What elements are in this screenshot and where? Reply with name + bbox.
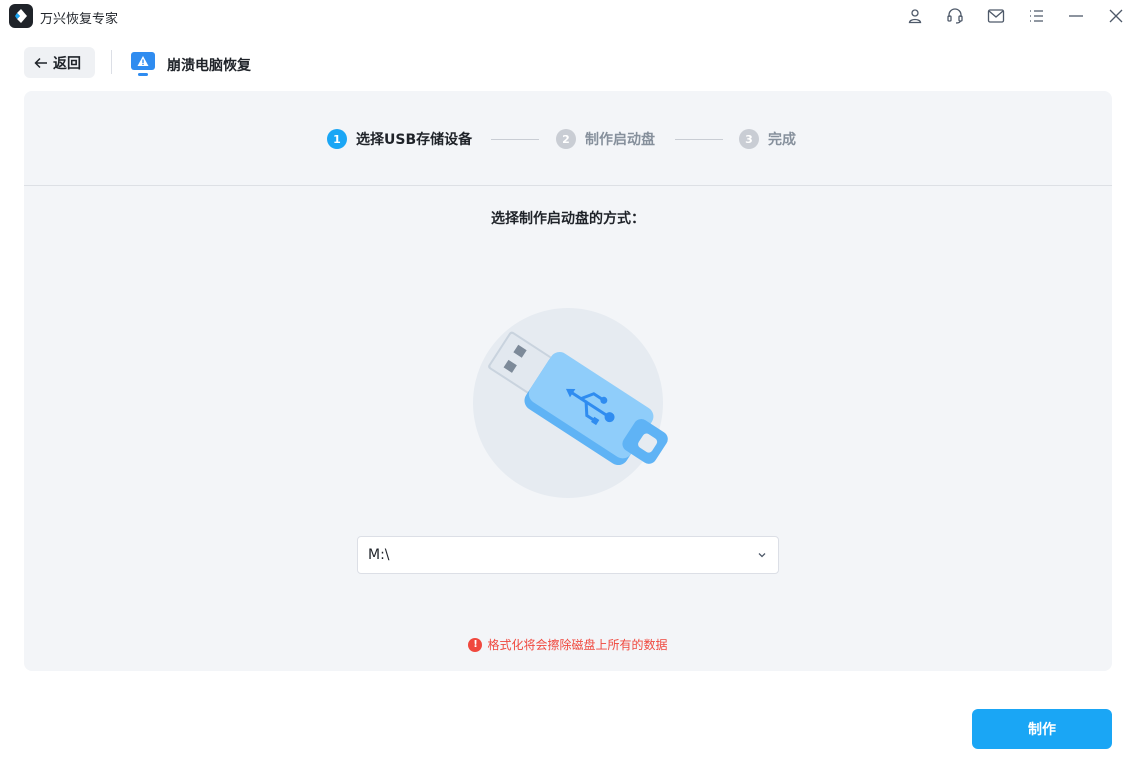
back-button[interactable]: 返回 bbox=[24, 47, 95, 78]
mail-icon[interactable] bbox=[985, 5, 1007, 27]
header-divider bbox=[111, 50, 112, 74]
step-label: 选择USB存储设备 bbox=[356, 132, 473, 148]
title-bar: 万兴恢复专家 bbox=[0, 0, 1131, 32]
crash-computer-icon bbox=[131, 52, 155, 76]
drive-select[interactable]: M:\ bbox=[357, 536, 779, 574]
usb-drive-illustration bbox=[473, 308, 668, 498]
format-warning: ! 格式化将会擦除磁盘上所有的数据 bbox=[24, 636, 1112, 653]
section-subtitle: 选择制作启动盘的方式： bbox=[491, 211, 645, 227]
arrow-left-icon bbox=[34, 57, 47, 68]
drive-select-value: M:\ bbox=[368, 547, 390, 563]
app-logo bbox=[9, 4, 33, 28]
alert-icon: ! bbox=[468, 637, 483, 652]
step-label: 制作启动盘 bbox=[585, 132, 655, 148]
step-number: 2 bbox=[556, 129, 576, 149]
menu-icon[interactable] bbox=[1025, 5, 1047, 27]
step-number: 1 bbox=[327, 129, 347, 149]
headset-icon[interactable] bbox=[944, 5, 966, 27]
step-2: 2 制作启动盘 bbox=[556, 129, 655, 149]
app-title: 万兴恢复专家 bbox=[40, 12, 119, 27]
chevron-down-icon bbox=[758, 553, 766, 558]
step-connector bbox=[675, 139, 723, 140]
page-title: 崩溃电脑恢复 bbox=[167, 58, 251, 74]
user-icon[interactable] bbox=[904, 5, 926, 27]
step-number: 3 bbox=[739, 129, 759, 149]
warning-text: 格式化将会擦除磁盘上所有的数据 bbox=[487, 638, 668, 652]
make-button[interactable]: 制作 bbox=[972, 709, 1112, 749]
step-1: 1 选择USB存储设备 bbox=[327, 129, 472, 149]
step-3: 3 完成 bbox=[739, 129, 796, 149]
step-label: 完成 bbox=[768, 132, 796, 148]
main-panel: 1 选择USB存储设备 2 制作启动盘 3 完成 选择制作启动盘的方式： M:\… bbox=[24, 91, 1112, 671]
step-connector bbox=[491, 139, 539, 140]
close-icon[interactable] bbox=[1105, 5, 1127, 27]
stepper: 1 选择USB存储设备 2 制作启动盘 3 完成 bbox=[24, 91, 1112, 186]
minimize-icon[interactable] bbox=[1065, 5, 1087, 27]
back-label: 返回 bbox=[53, 55, 81, 72]
